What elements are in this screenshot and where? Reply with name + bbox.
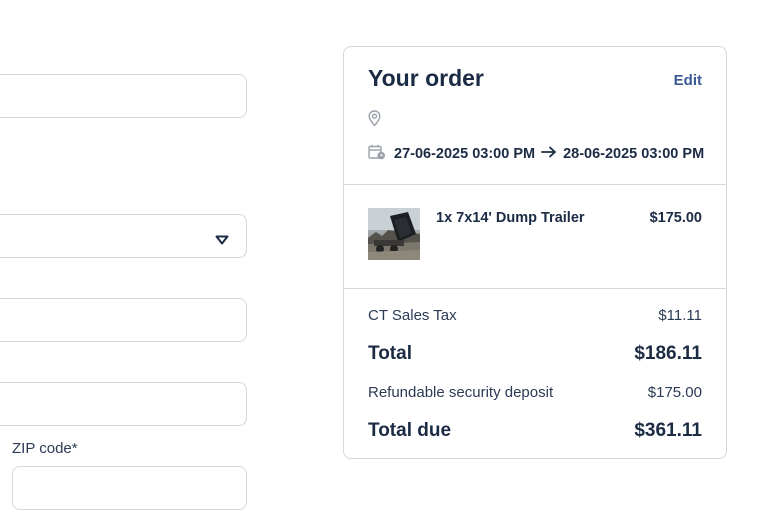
tax-label: CT Sales Tax — [368, 307, 457, 324]
form-field-3[interactable] — [0, 298, 247, 342]
deposit-label: Refundable security deposit — [368, 384, 554, 401]
order-summary-card: Your order Edit 27-06-2025 03:00 PM 28-0… — [343, 46, 727, 459]
total-due-label: Total due — [368, 420, 452, 441]
divider — [344, 184, 726, 185]
rental-dates: 27-06-2025 03:00 PM 28-06-2025 03:00 PM — [368, 144, 704, 164]
total-value: $186.11 — [634, 343, 702, 364]
dump-trailer-thumbnail — [368, 208, 420, 260]
zip-code-field[interactable] — [12, 466, 247, 510]
item-price: $175.00 — [649, 210, 702, 226]
total-label: Total — [368, 343, 412, 364]
arrow-right-icon — [541, 145, 557, 163]
total-due-value: $361.11 — [634, 420, 702, 441]
form-field-select[interactable] — [0, 214, 247, 258]
caret-down-icon — [215, 232, 229, 250]
edit-order-link[interactable]: Edit — [674, 72, 702, 89]
start-date: 27-06-2025 03:00 PM — [394, 146, 536, 162]
tax-value: $11.11 — [658, 307, 702, 324]
calendar-clock-icon — [368, 144, 386, 165]
form-field-4[interactable] — [0, 382, 247, 426]
map-pin-icon — [368, 110, 381, 132]
order-title: Your order — [368, 65, 484, 91]
divider — [344, 288, 726, 289]
form-field-1[interactable] — [0, 74, 247, 118]
end-date: 28-06-2025 03:00 PM — [563, 146, 705, 162]
zip-code-label: ZIP code* — [12, 440, 78, 457]
deposit-value: $175.00 — [647, 384, 702, 401]
item-name: 1x 7x14' Dump Trailer — [436, 210, 585, 226]
